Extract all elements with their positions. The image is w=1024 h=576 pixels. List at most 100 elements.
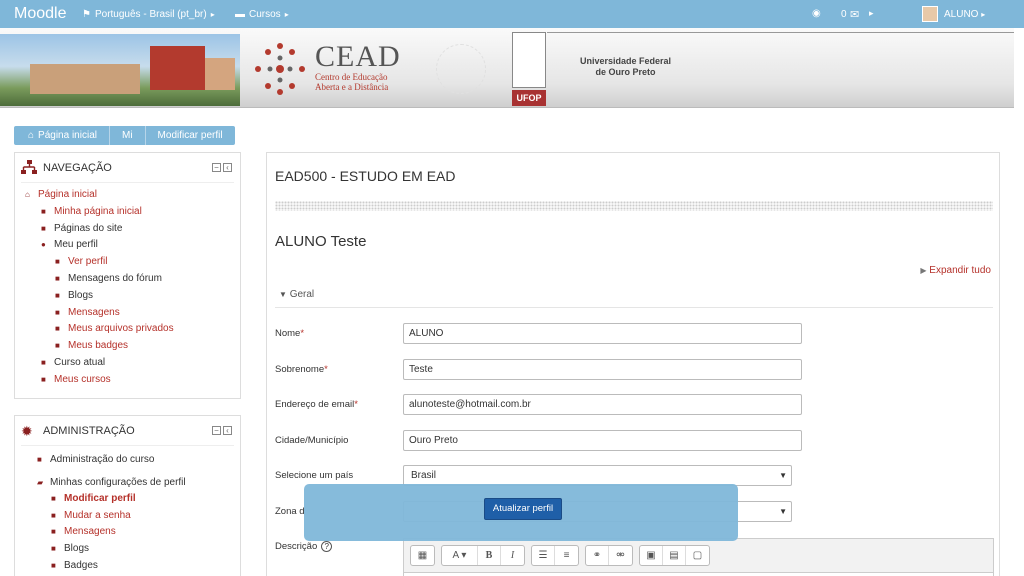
breadcrumb-mi[interactable]: Mi — [108, 126, 145, 145]
top-navbar: Moodle ⚑ Português - Brasil (pt_br) ▸ ▬ … — [0, 0, 1024, 28]
email-field[interactable] — [403, 394, 802, 415]
nav-item-meus-badges[interactable]: ■ Meus badges — [15, 338, 240, 355]
section-divider — [275, 307, 993, 308]
cidade-field[interactable] — [403, 430, 802, 451]
chat-icon[interactable]: ◉ — [812, 8, 821, 19]
nav-item-curso-atual[interactable]: ■ Curso atual — [15, 355, 240, 372]
collapse-icon[interactable]: − — [212, 426, 221, 435]
breadcrumb-home[interactable]: ⌂ Página inicial — [14, 126, 109, 145]
breadcrumb-label: Mi — [121, 130, 133, 141]
zona-label: Zona d — [275, 506, 305, 517]
nav-item-label: Curso atual — [54, 356, 106, 368]
editor-content-area[interactable] — [404, 572, 993, 576]
italic-icon[interactable]: I — [501, 546, 524, 565]
text-style-icon[interactable]: A ▾ — [442, 546, 478, 565]
help-icon[interactable]: ? — [321, 541, 333, 552]
toolbar-toggle-icon[interactable]: ▦ — [411, 546, 434, 565]
administration-tree: ■ Administração do curso ▰ Minhas configur… — [15, 446, 240, 574]
nav-item-paginas-site[interactable]: ■ Páginas do site — [15, 221, 240, 238]
nome-label: Nome* — [275, 328, 304, 339]
folder-open-icon: ▰ — [37, 477, 44, 487]
admin-item-label: Modificar perfil — [64, 493, 136, 505]
pais-label: Selecione um país — [275, 470, 354, 481]
admin-item-modificar-perfil[interactable]: ■ Modificar perfil — [15, 491, 240, 508]
media-icon[interactable]: ▤ — [663, 546, 686, 565]
link-icon[interactable]: ⚭ — [586, 546, 609, 565]
block-header: ✹ ADMINISTRAÇÃO − ‹ — [21, 416, 234, 446]
sobrenome-label: Sobrenome* — [275, 364, 328, 375]
nav-item-label: Minha página inicial — [54, 205, 142, 217]
file-icon: ■ — [51, 494, 56, 504]
breadcrumb-label: Modificar perfil — [157, 130, 223, 141]
breadcrumb: ⌂ Página inicial Mi Modificar perfil — [14, 126, 235, 145]
update-profile-button[interactable]: Atualizar perfil — [484, 498, 562, 520]
nav-item-mensagens-forum[interactable]: ■ Mensagens do fórum — [15, 271, 240, 288]
building-shape — [150, 46, 205, 90]
nav-item-arquivos-privados[interactable]: ■ Meus arquivos privados — [15, 321, 240, 338]
dropdown-arrow-icon: ▼ — [779, 471, 787, 480]
nav-item-pagina-inicial[interactable]: ⌂ Página inicial — [15, 187, 240, 204]
admin-item-mensagens[interactable]: ■ Mensagens — [15, 524, 240, 541]
unlink-icon[interactable]: ⚮ — [609, 546, 632, 565]
nav-item-label: Ver perfil — [68, 256, 108, 268]
bold-icon[interactable]: B — [478, 546, 501, 565]
caret-down-icon: ▼ — [279, 290, 287, 299]
nav-item-label: Mensagens do fórum — [68, 272, 162, 284]
expand-all-link[interactable]: ▶ Expandir tudo — [920, 265, 991, 276]
nav-item-meus-cursos[interactable]: ■ Meus cursos — [15, 372, 240, 389]
nav-item-meu-perfil[interactable]: ● Meu perfil — [15, 237, 240, 254]
cead-subtitle-line1: Centro de Educação — [315, 72, 388, 82]
user-menu[interactable]: ALUNO ▸ — [944, 9, 985, 20]
home-icon: ⌂ — [25, 190, 30, 199]
file-icon: ■ — [55, 307, 60, 317]
file-manager-icon[interactable]: ▢ — [686, 546, 709, 565]
admin-item-label: Minhas configurações de perfil — [50, 476, 186, 488]
admin-item-mudar-senha[interactable]: ■ Mudar a senha — [15, 508, 240, 525]
chevron-right-icon[interactable]: ▸ — [869, 8, 874, 19]
avatar[interactable] — [922, 6, 938, 22]
numbered-list-icon[interactable]: ≡ — [555, 546, 578, 565]
breadcrumb-label: Página inicial — [38, 130, 97, 141]
nav-item-label: Mensagens — [68, 306, 120, 318]
course-title: EAD500 - ESTUDO EM EAD — [275, 168, 456, 184]
navigation-block: NAVEGAÇÃO − ‹ ⌂ Página inicial ■ Minha pág… — [14, 152, 241, 399]
admin-item-label: Mensagens — [64, 526, 116, 538]
description-editor: ▦ A ▾ B I ☰ ≡ ⚭ ⚮ ▣ ▤ ▢ — [403, 538, 994, 576]
nav-item-minha-pagina[interactable]: ■ Minha página inicial — [15, 204, 240, 221]
country-select[interactable]: Brasil ▼ — [403, 465, 792, 486]
collapse-icon[interactable]: − — [212, 163, 221, 172]
nav-item-mensagens[interactable]: ■ Mensagens — [15, 305, 240, 322]
cead-wordmark: CEAD — [315, 40, 401, 73]
dock-icon[interactable]: ‹ — [223, 426, 232, 435]
sobrenome-field[interactable] — [403, 359, 802, 380]
admin-item-label: Badges — [64, 559, 98, 571]
bullet-list-icon[interactable]: ☰ — [532, 546, 555, 565]
folder-icon: ■ — [55, 273, 60, 283]
nav-item-blogs[interactable]: ■ Blogs — [15, 288, 240, 305]
image-icon[interactable]: ▣ — [640, 546, 663, 565]
nome-field[interactable] — [403, 323, 802, 344]
toolbar-group: ▣ ▤ ▢ — [639, 545, 710, 566]
gears-icon: ✹ — [21, 423, 33, 439]
admin-item-curso[interactable]: ■ Administração do curso — [15, 452, 240, 469]
site-banner: CEAD Centro de Educação Aberta e a Distâ… — [0, 28, 1014, 108]
courses-menu[interactable]: ▬ Cursos ▸ — [235, 9, 289, 20]
envelope-icon[interactable]: ✉ — [850, 8, 859, 21]
admin-item-blogs[interactable]: ■ Blogs — [15, 541, 240, 558]
briefcase-icon: ▬ — [235, 9, 245, 20]
admin-item-configuracoes[interactable]: ▰ Minhas configurações de perfil — [15, 475, 240, 492]
language-menu[interactable]: ⚑ Português - Brasil (pt_br) ▸ — [82, 9, 215, 20]
university-line2: de Ouro Preto — [595, 67, 656, 77]
breadcrumb-current[interactable]: Modificar perfil — [144, 126, 235, 145]
caret-right-icon: ▶ — [920, 266, 927, 275]
admin-item-badges[interactable]: ■ Badges — [15, 558, 240, 575]
section-toggle-geral[interactable]: ▼ Geral — [279, 289, 314, 300]
field-label: Endereço de email — [275, 399, 355, 410]
language-label: Português - Brasil (pt_br) — [94, 9, 207, 20]
file-icon: ■ — [51, 510, 56, 520]
nav-item-ver-perfil[interactable]: ■ Ver perfil — [15, 254, 240, 271]
cidade-label: Cidade/Município — [275, 435, 349, 446]
brand-link[interactable]: Moodle — [14, 5, 66, 23]
folder-icon: ■ — [51, 560, 56, 570]
dock-icon[interactable]: ‹ — [223, 163, 232, 172]
